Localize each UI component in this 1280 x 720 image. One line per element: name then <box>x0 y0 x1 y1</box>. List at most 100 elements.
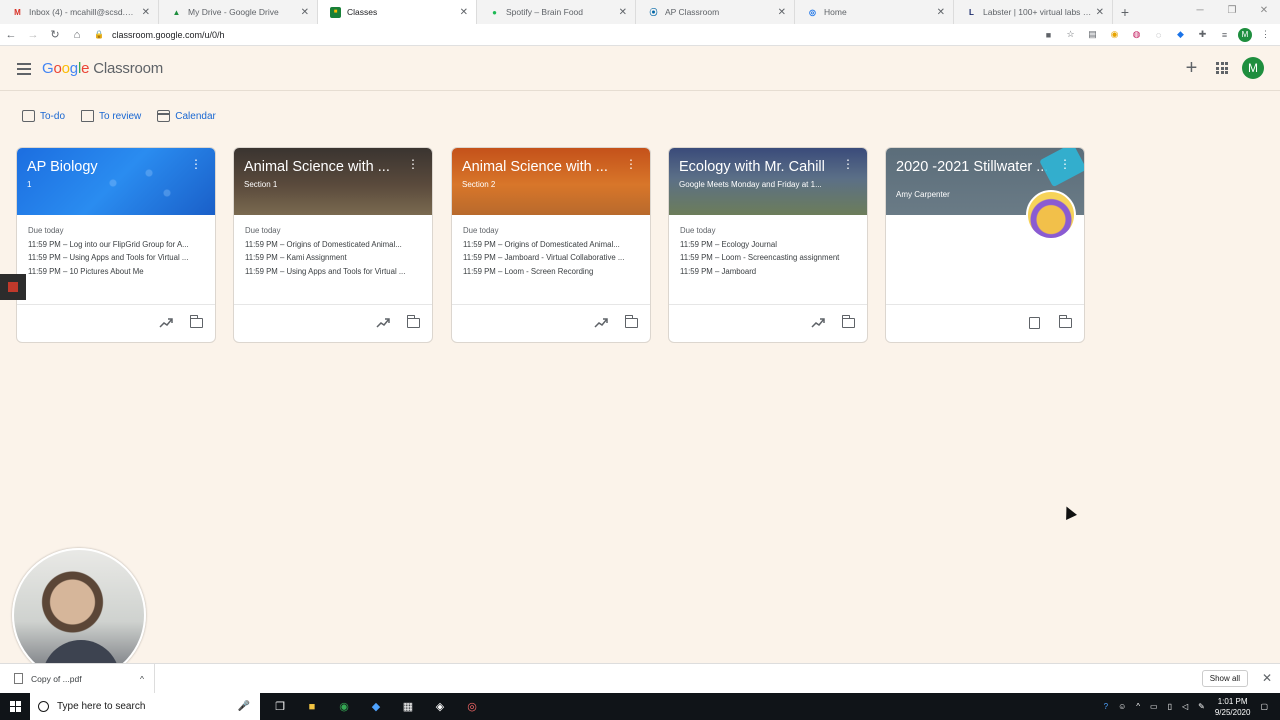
screencast-icon[interactable]: ◎ <box>464 699 480 715</box>
assignment-link[interactable]: 11:59 PM – Using Apps and Tools for Virt… <box>245 265 421 279</box>
star-icon[interactable]: ☆ <box>1062 26 1079 43</box>
camera-icon[interactable]: ■ <box>1040 26 1057 43</box>
pen-icon[interactable]: ✎ <box>1198 702 1205 711</box>
browser-tab-active[interactable]: ■ Classes ✕ <box>318 0 477 24</box>
assignment-link[interactable]: 11:59 PM – Using Apps and Tools for Virt… <box>28 251 204 265</box>
extension-icon[interactable]: ▤ <box>1084 26 1101 43</box>
close-window-icon[interactable]: ✕ <box>1248 0 1280 24</box>
calculator-icon[interactable]: ▦ <box>400 699 416 715</box>
trending-icon[interactable] <box>811 317 825 329</box>
help-icon[interactable]: ? <box>1104 702 1108 711</box>
chevron-up-icon[interactable]: ^ <box>140 674 144 684</box>
class-banner[interactable]: Animal Science with ... Section 2 ⋮ <box>452 148 650 215</box>
close-icon[interactable]: ✕ <box>619 7 627 18</box>
reload-icon[interactable]: ↻ <box>44 28 66 41</box>
notifications-icon[interactable]: ▢ <box>1260 702 1268 711</box>
to-review-link[interactable]: To review <box>81 110 141 122</box>
puzzle-icon[interactable]: ✚ <box>1194 26 1211 43</box>
taskbar-search[interactable]: Type here to search 🎤 <box>30 693 260 720</box>
class-name[interactable]: Ecology with Mr. Cahill <box>679 158 844 176</box>
clock[interactable]: 1:01 PM 9/25/2020 <box>1215 696 1251 718</box>
class-name[interactable]: Animal Science with ... <box>462 158 627 176</box>
apps-grid-icon[interactable] <box>1216 62 1228 74</box>
extension-icon[interactable]: ◍ <box>1128 26 1145 43</box>
class-banner[interactable]: Animal Science with ... Section 1 ⋮ <box>234 148 432 215</box>
chrome-icon[interactable]: ◉ <box>336 699 352 715</box>
close-icon[interactable]: ✕ <box>301 7 309 18</box>
battery-icon[interactable]: ▯ <box>1168 702 1172 711</box>
extension-icon[interactable]: ◆ <box>1172 26 1189 43</box>
assignment-link[interactable]: 11:59 PM – Kami Assignment <box>245 251 421 265</box>
download-item[interactable]: Copy of ...pdf ^ <box>0 663 155 694</box>
task-view-icon[interactable]: ❐ <box>272 699 288 715</box>
more-options-icon[interactable]: ⋮ <box>1059 158 1071 170</box>
folder-icon[interactable] <box>406 315 420 328</box>
folder-icon[interactable] <box>189 315 203 328</box>
trending-icon[interactable] <box>159 317 173 329</box>
assignment-link[interactable]: 11:59 PM – Jamboard - Virtual Collaborat… <box>463 251 639 265</box>
minimize-icon[interactable]: ─ <box>1184 0 1216 24</box>
back-icon[interactable]: ← <box>0 29 22 41</box>
home-icon[interactable]: ⌂ <box>66 29 88 41</box>
account-avatar[interactable]: M <box>1242 57 1264 79</box>
add-class-button[interactable]: + <box>1181 58 1202 78</box>
more-options-icon[interactable]: ⋮ <box>842 158 854 170</box>
more-options-icon[interactable]: ⋮ <box>407 158 419 170</box>
new-tab-button[interactable]: + <box>1113 0 1137 24</box>
browser-tab[interactable]: ▲ My Drive - Google Drive ✕ <box>159 0 318 24</box>
more-icon[interactable]: ⋮ <box>1257 26 1274 43</box>
assignment-link[interactable]: 11:59 PM – Origins of Domesticated Anima… <box>245 238 421 252</box>
trending-icon[interactable] <box>594 317 608 329</box>
close-icon[interactable]: ✕ <box>778 7 786 18</box>
folder-icon[interactable] <box>624 315 638 328</box>
volume-icon[interactable]: ◁ <box>1182 702 1188 711</box>
app-logo[interactable]: Google Classroom <box>42 60 163 77</box>
assignment-link[interactable]: 11:59 PM – Loom - Screen Recording <box>463 265 639 279</box>
restore-icon[interactable]: ❐ <box>1216 0 1248 24</box>
assignment-link[interactable]: 11:59 PM – 10 Pictures About Me <box>28 265 204 279</box>
folder-icon[interactable] <box>1058 315 1072 328</box>
class-card[interactable]: Animal Science with ... Section 1 ⋮ Due … <box>233 147 433 343</box>
browser-tab[interactable]: ⦿ AP Classroom ✕ <box>636 0 795 24</box>
microphone-icon[interactable]: 🎤 <box>238 701 250 712</box>
recording-indicator[interactable] <box>0 274 26 300</box>
browser-tab[interactable]: M Inbox (4) - mcahill@scsd.org - St ✕ <box>0 0 159 24</box>
more-options-icon[interactable]: ⋮ <box>625 158 637 170</box>
class-card[interactable]: AP Biology 1 ⋮ Due today 11:59 PM – Log … <box>16 147 216 343</box>
close-icon[interactable]: ✕ <box>1262 671 1272 685</box>
close-icon[interactable]: ✕ <box>1096 7 1104 18</box>
chevron-up-icon[interactable]: ^ <box>1136 702 1140 711</box>
extension-icon[interactable]: ◉ <box>1106 26 1123 43</box>
menu-icon[interactable] <box>17 62 31 75</box>
assignment-link[interactable]: 11:59 PM – Log into our FlipGrid Group f… <box>28 238 204 252</box>
browser-tab[interactable]: ◎ Home ✕ <box>795 0 954 24</box>
close-icon[interactable]: ✕ <box>460 7 468 18</box>
class-name[interactable]: 2020 -2021 Stillwater ... <box>896 158 1061 176</box>
browser-tab[interactable]: L Labster | 100+ virtual labs for uni ✕ <box>954 0 1113 24</box>
class-card[interactable]: Animal Science with ... Section 2 ⋮ Due … <box>451 147 651 343</box>
file-explorer-icon[interactable]: ■ <box>304 699 320 715</box>
address-bar[interactable]: 🔒 classroom.google.com/u/0/h <box>94 26 1044 44</box>
class-banner[interactable]: Ecology with Mr. Cahill Google Meets Mon… <box>669 148 867 215</box>
reading-list-icon[interactable]: ≡ <box>1216 26 1233 43</box>
browser-tab[interactable]: ● Spotify – Brain Food ✕ <box>477 0 636 24</box>
close-icon[interactable]: ✕ <box>937 7 945 18</box>
close-icon[interactable]: ✕ <box>142 7 150 18</box>
assignment-link[interactable]: 11:59 PM – Origins of Domesticated Anima… <box>463 238 639 252</box>
start-button[interactable] <box>0 701 30 712</box>
assignment-link[interactable]: 11:59 PM – Jamboard <box>680 265 856 279</box>
assignment-link[interactable]: 11:59 PM – Loom - Screencasting assignme… <box>680 251 856 265</box>
folder-icon[interactable] <box>841 315 855 328</box>
app-icon[interactable]: ◆ <box>368 699 384 715</box>
show-all-button[interactable]: Show all <box>1201 670 1248 687</box>
calendar-link[interactable]: Calendar <box>157 110 216 122</box>
class-card[interactable]: Ecology with Mr. Cahill Google Meets Mon… <box>668 147 868 343</box>
forward-icon[interactable]: → <box>22 29 44 41</box>
class-banner[interactable]: AP Biology 1 ⋮ <box>17 148 215 215</box>
class-card[interactable]: 2020 -2021 Stillwater ... Amy Carpenter … <box>885 147 1085 343</box>
profile-avatar[interactable]: M <box>1238 27 1252 42</box>
app-icon[interactable]: ◈ <box>432 699 448 715</box>
more-options-icon[interactable]: ⋮ <box>190 158 202 170</box>
network-icon[interactable]: ▭ <box>1150 702 1158 711</box>
todo-link[interactable]: To-do <box>22 110 65 122</box>
